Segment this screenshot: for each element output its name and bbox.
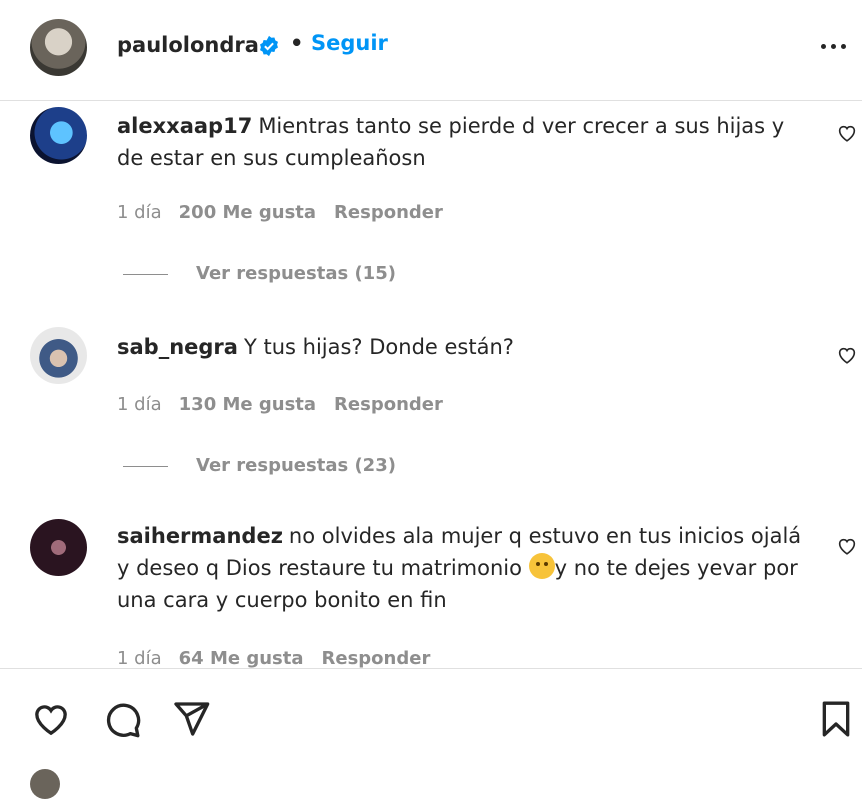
commenter-username[interactable]: saihermandez — [117, 524, 283, 548]
comment-meta: 1 día 64 Me gusta Responder — [117, 648, 448, 668]
crying-face-emoji-icon — [528, 553, 555, 579]
commenter-avatar[interactable] — [30, 107, 87, 164]
post-action-bar — [0, 668, 862, 799]
comment-meta: 1 día 200 Me gusta Responder — [117, 202, 461, 223]
share-icon[interactable] — [171, 699, 211, 739]
view-replies-label: Ver respuestas (15) — [196, 263, 396, 284]
commenter-username[interactable]: alexxaap17 — [117, 114, 252, 138]
view-replies-label: Ver respuestas (23) — [196, 455, 396, 476]
heart-outline-icon[interactable] — [836, 122, 858, 144]
heart-outline-icon[interactable] — [836, 535, 858, 557]
replies-divider — [123, 273, 168, 275]
more-options-icon[interactable] — [818, 36, 850, 56]
reply-button[interactable]: Responder — [334, 202, 443, 223]
comment-meta: 1 día 130 Me gusta Responder — [117, 394, 461, 415]
comment-time[interactable]: 1 día — [117, 394, 162, 415]
commenter-avatar[interactable] — [30, 327, 87, 384]
commenter-username[interactable]: sab_negra — [117, 335, 238, 359]
comment-likes[interactable]: 64 Me gusta — [179, 648, 304, 668]
verified-badge-icon — [260, 35, 278, 57]
post-header: paulolondra • Seguir — [0, 0, 862, 101]
liked-by-avatar[interactable] — [30, 769, 60, 799]
comment-body: Y tus hijas? Donde están? — [243, 335, 514, 359]
view-replies-button[interactable]: Ver respuestas (23) — [123, 455, 396, 476]
reply-button[interactable]: Responder — [334, 394, 443, 415]
author-username[interactable]: paulolondra — [117, 33, 259, 57]
author-avatar[interactable] — [30, 19, 87, 76]
follow-button[interactable]: Seguir — [311, 31, 388, 55]
comment-text: sab_negra Y tus hijas? Donde están? — [117, 331, 807, 363]
separator-dot: • — [290, 31, 304, 55]
bookmark-icon[interactable] — [816, 699, 856, 739]
comment-item: saihermandez no olvides ala mujer q estuv… — [0, 518, 862, 668]
like-icon[interactable] — [31, 699, 71, 739]
comment-text: saihermandez no olvides ala mujer q estuv… — [117, 520, 807, 616]
heart-outline-icon[interactable] — [836, 344, 858, 366]
commenter-avatar[interactable] — [30, 519, 87, 576]
comment-time[interactable]: 1 día — [117, 648, 162, 668]
comment-icon[interactable] — [102, 699, 142, 739]
comment-likes[interactable]: 130 Me gusta — [179, 394, 316, 415]
comment-likes[interactable]: 200 Me gusta — [179, 202, 316, 223]
comment-text: alexxaap17 Mientras tanto se pierde d ver… — [117, 110, 807, 174]
view-replies-button[interactable]: Ver respuestas (15) — [123, 263, 396, 284]
reply-button[interactable]: Responder — [322, 648, 431, 668]
replies-divider — [123, 465, 168, 467]
comment-time[interactable]: 1 día — [117, 202, 162, 223]
